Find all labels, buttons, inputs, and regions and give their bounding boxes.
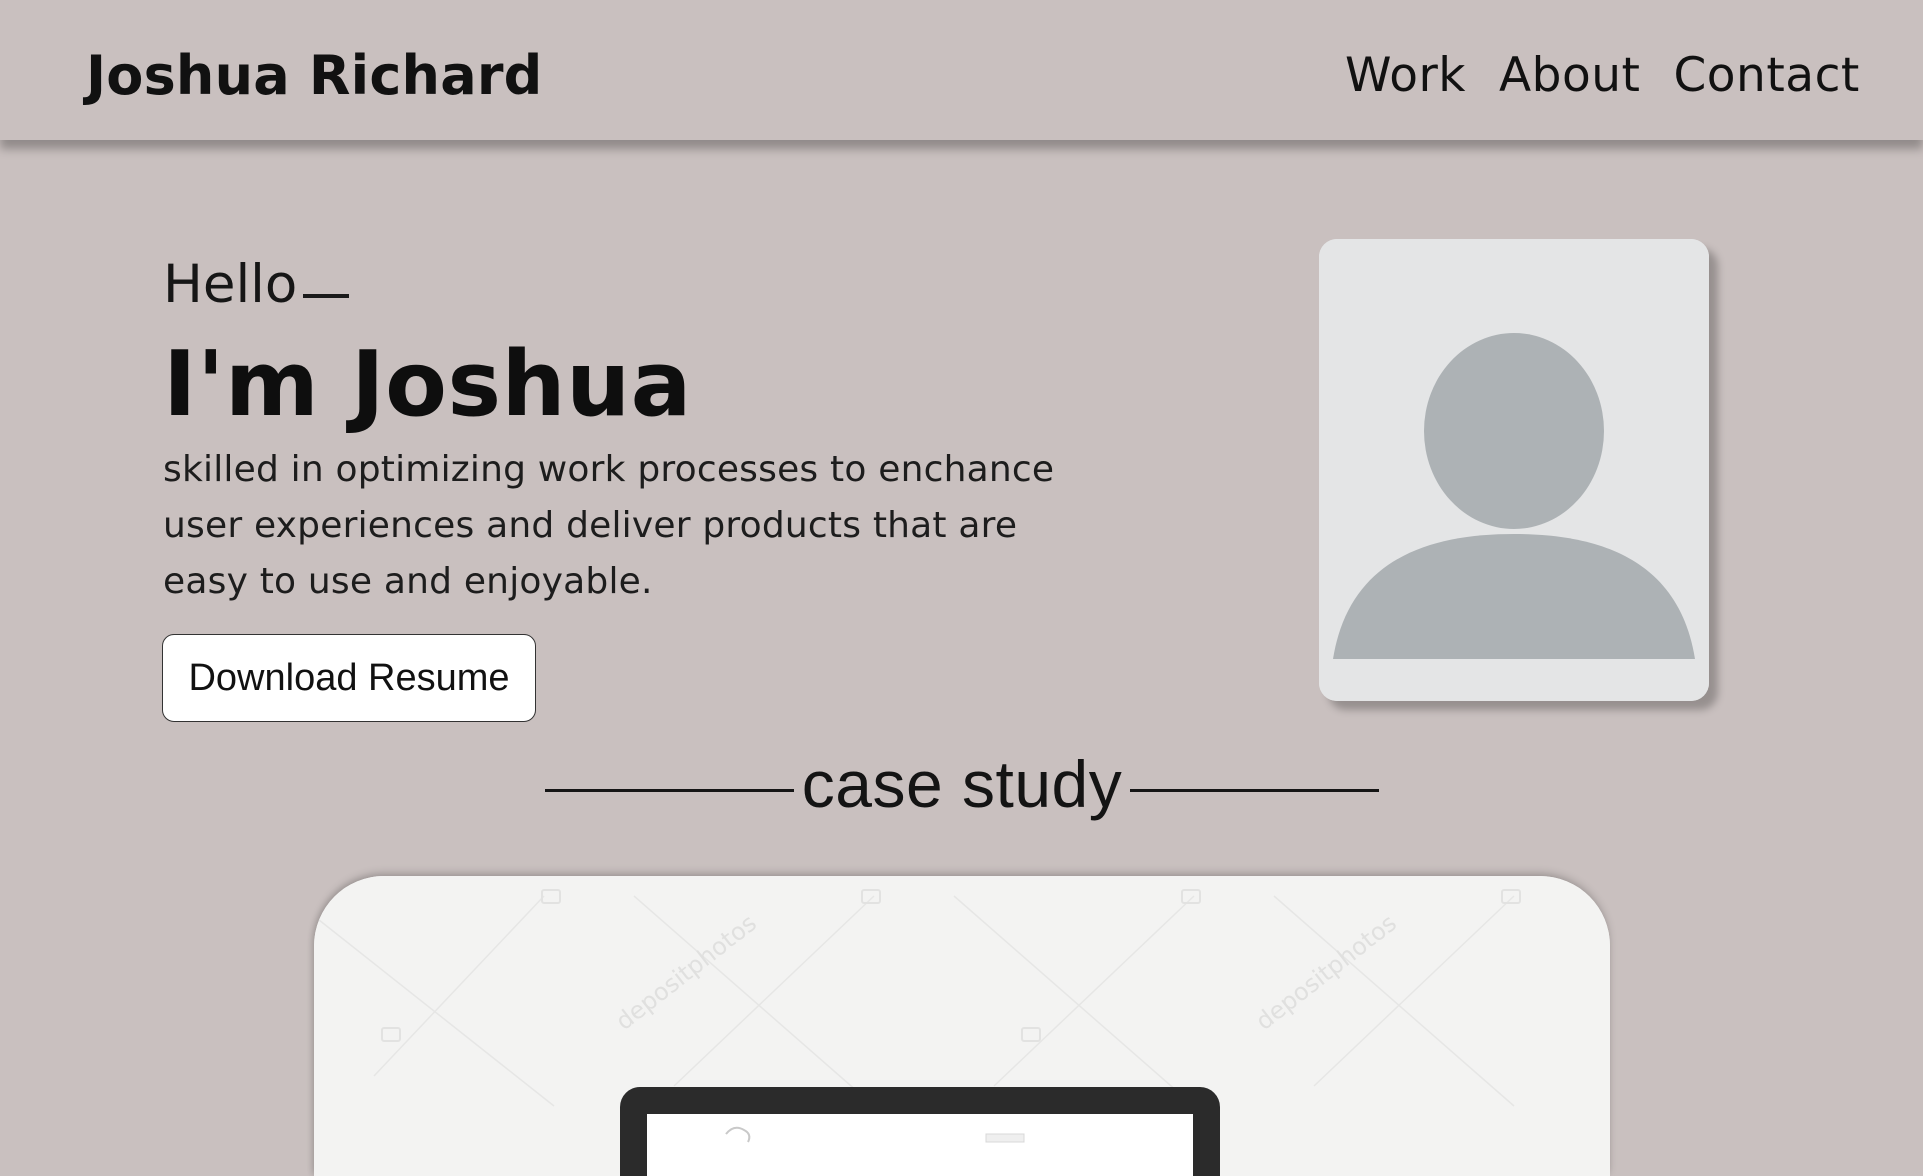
hero-greeting: Hello	[163, 254, 350, 315]
heading-right-rule	[1130, 788, 1379, 792]
hero-name-heading: I'm Joshua	[163, 332, 692, 437]
case-study-preview-image: depositphotos depositphotos	[314, 876, 1610, 1176]
site-header: Joshua Richard Work About Contact	[0, 0, 1923, 140]
nav-work-link[interactable]: Work	[1345, 48, 1466, 103]
download-resume-button[interactable]: Download Resume	[162, 634, 536, 722]
greeting-text: Hello	[163, 254, 298, 315]
hero-description: skilled in optimizing work processes to …	[163, 449, 1055, 602]
profile-photo-card	[1319, 239, 1709, 701]
greeting-dash-decoration	[303, 294, 350, 298]
main-nav: Work About Contact	[1345, 48, 1860, 103]
case-study-card[interactable]: depositphotos depositphotos	[314, 876, 1610, 1176]
heading-left-rule	[545, 788, 794, 792]
nav-about-link[interactable]: About	[1499, 48, 1640, 103]
case-study-heading: case study	[545, 744, 1379, 824]
case-study-title: case study	[801, 747, 1123, 821]
nav-contact-link[interactable]: Contact	[1673, 48, 1859, 103]
laptop-mockup-icon	[620, 1087, 1220, 1176]
person-placeholder-icon	[1319, 239, 1709, 701]
brand-name[interactable]: Joshua Richard	[86, 44, 543, 107]
